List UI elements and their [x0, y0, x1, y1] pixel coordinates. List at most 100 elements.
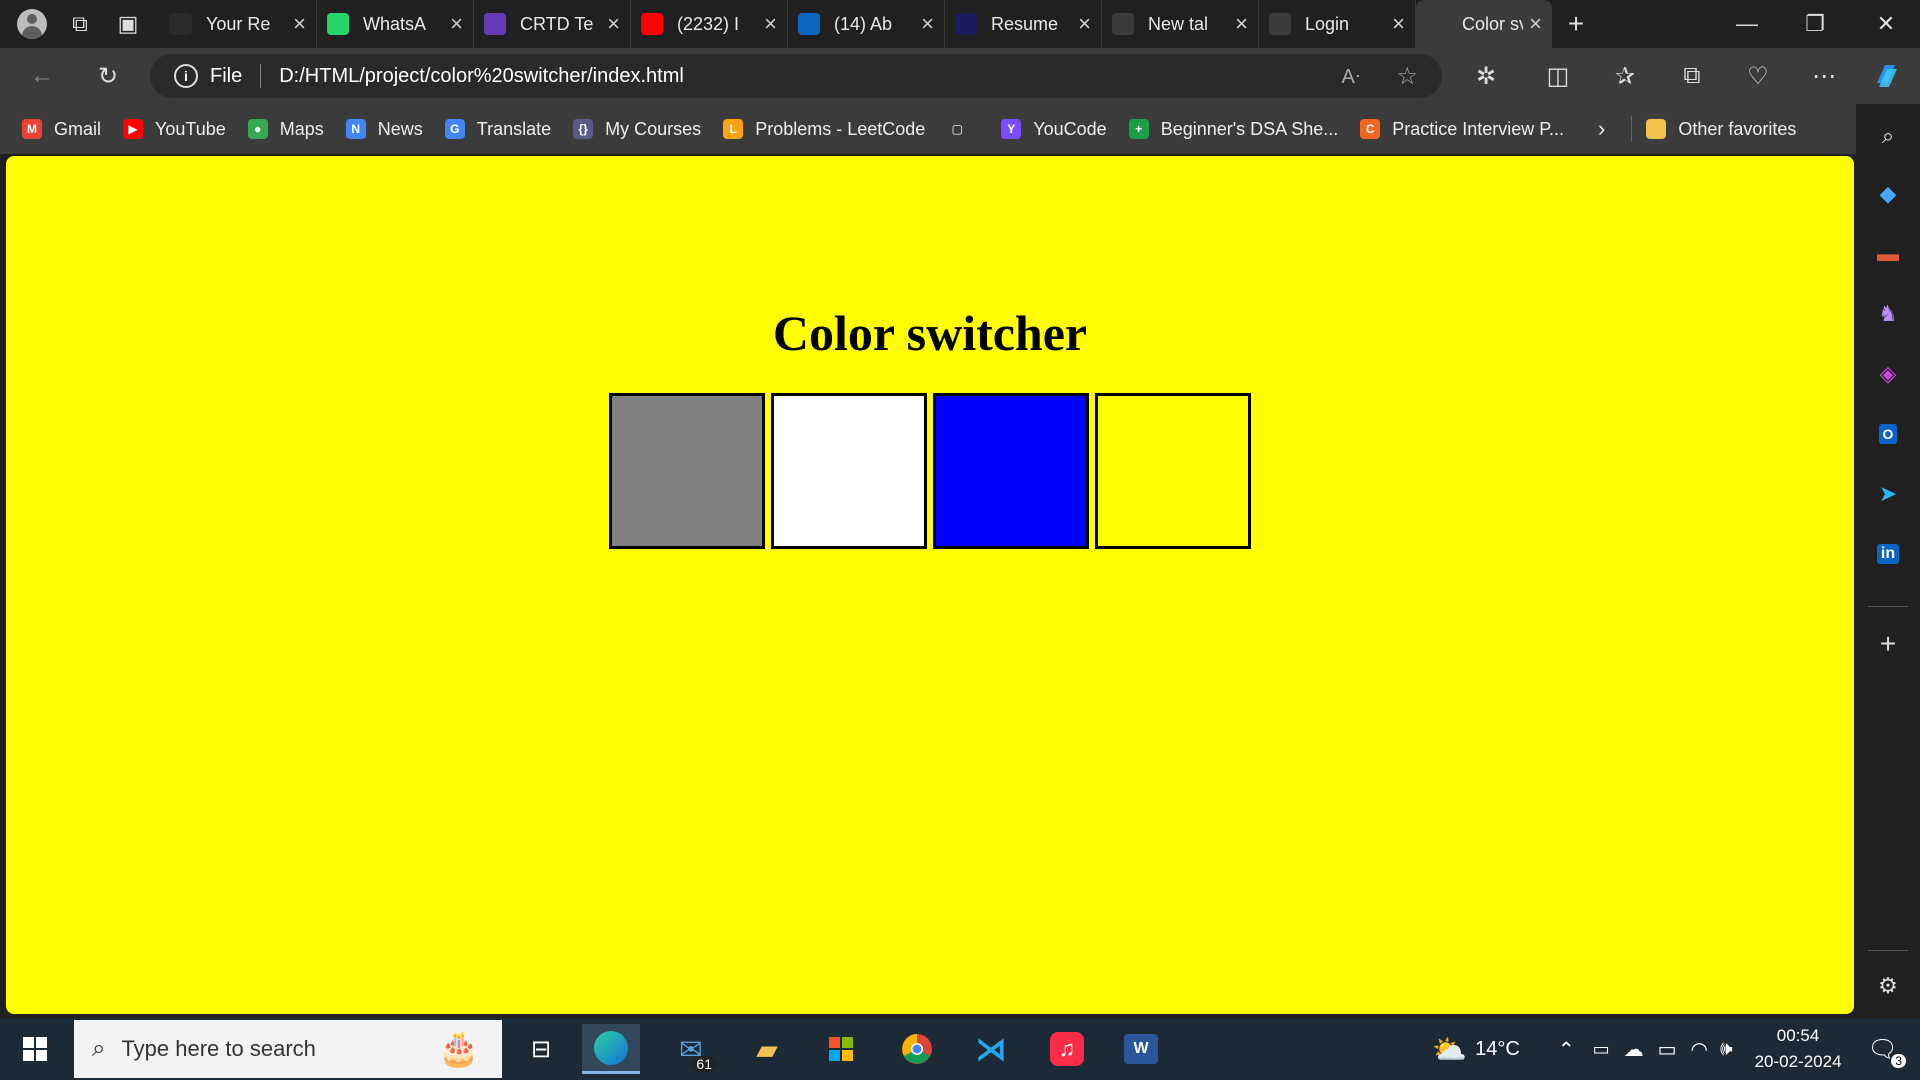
address-bar[interactable]: i File D:/HTML/project/color%20switcher/…	[150, 54, 1442, 98]
color-swatch-1[interactable]	[771, 393, 927, 549]
favorite-item-10[interactable]: C Practice Interview P...	[1360, 119, 1564, 140]
favorites-list: M Gmail ▶ YouTube ● Maps N News G Translate {} My C…	[0, 119, 1564, 140]
close-tab-icon[interactable]: ×	[607, 11, 620, 37]
tab-4[interactable]: (14) Ab ×	[788, 0, 945, 48]
weather-cloud-icon[interactable]: ⛅	[1432, 1033, 1467, 1066]
task-view-icon[interactable]: ⊟	[512, 1024, 570, 1074]
tray-overflow-chevron-icon[interactable]: ⌃	[1558, 1037, 1575, 1062]
word-icon[interactable]: W	[1112, 1024, 1170, 1074]
close-tab-icon[interactable]: ×	[764, 11, 777, 37]
wifi-icon[interactable]: ◠	[1691, 1037, 1708, 1062]
favorite-label: YouTube	[155, 118, 226, 139]
add-sidebar-app-icon[interactable]: +	[1868, 624, 1908, 664]
url-scheme-label: File	[210, 64, 243, 87]
more-menu-icon[interactable]: ⋯	[1804, 56, 1844, 96]
close-tab-icon[interactable]: ×	[293, 11, 306, 37]
linkedin-icon[interactable]: in	[1868, 534, 1908, 574]
split-screen-icon[interactable]: ◫	[1538, 56, 1578, 96]
favorite-label: Practice Interview P...	[1392, 118, 1564, 139]
favorite-item-1[interactable]: ▶ YouTube	[123, 119, 226, 140]
drop-send-icon[interactable]: ➤	[1868, 474, 1908, 514]
games-icon[interactable]: ♞	[1868, 294, 1908, 334]
close-tab-icon[interactable]: ×	[1235, 11, 1248, 37]
microsoft-store-icon[interactable]	[812, 1024, 870, 1074]
site-info-icon[interactable]: i	[174, 64, 198, 88]
edge-taskbar-icon[interactable]	[582, 1024, 640, 1074]
sidebar-settings-gear-icon[interactable]: ⚙	[1868, 966, 1908, 1006]
favorite-item-3[interactable]: N News	[345, 119, 423, 140]
favorite-item-6[interactable]: L Problems - LeetCode	[723, 119, 925, 140]
microsoft365-icon[interactable]: ◈	[1868, 354, 1908, 394]
favorite-item-0[interactable]: M Gmail	[22, 119, 101, 140]
battery-icon[interactable]: ▭	[1658, 1037, 1677, 1062]
tools-icon[interactable]: ▬	[1868, 234, 1908, 274]
extensions-icon[interactable]: ✲	[1466, 56, 1506, 96]
tab-0[interactable]: Your Re ×	[160, 0, 317, 48]
color-swatch-0[interactable]	[609, 393, 765, 549]
shopping-tag-icon[interactable]: ◆	[1868, 174, 1908, 214]
favorites-icon[interactable]: ✰	[1605, 56, 1645, 96]
search-highlight-cake-icon: 🎂	[437, 1030, 480, 1068]
tab-3[interactable]: (2232) I ×	[631, 0, 788, 48]
restore-button[interactable]: ❐	[1781, 0, 1849, 48]
file-explorer-icon[interactable]: ▰	[738, 1024, 796, 1074]
profile-button[interactable]	[8, 0, 56, 48]
tab-8[interactable]: Color sv ×	[1416, 0, 1552, 48]
search-icon[interactable]: ⌕	[1868, 116, 1908, 156]
taskbar-search-box[interactable]: ⌕ Type here to search 🎂	[74, 1020, 502, 1078]
close-window-button[interactable]: ✕	[1852, 0, 1920, 48]
close-tab-icon[interactable]: ×	[1078, 11, 1091, 37]
tab-title: New tal	[1148, 13, 1209, 34]
favorite-item-2[interactable]: ● Maps	[247, 118, 324, 140]
outlook-icon[interactable]: O	[1868, 414, 1908, 454]
close-tab-icon[interactable]: ×	[1392, 11, 1405, 37]
favorite-item-7[interactable]: ▢	[947, 119, 979, 139]
collections-icon[interactable]: ⧉	[1672, 56, 1712, 96]
tab-title: Login	[1305, 13, 1350, 34]
windows-start-icon[interactable]	[6, 1024, 64, 1074]
favorites-overflow-chevron-icon[interactable]: ›	[1598, 116, 1605, 142]
favorite-item-8[interactable]: Y YouCode	[1001, 119, 1107, 140]
workspaces-icon[interactable]: ⧉	[56, 0, 104, 48]
new-tab-button[interactable]: +	[1552, 0, 1600, 48]
copilot-icon[interactable]	[1866, 56, 1906, 96]
close-tab-icon[interactable]: ×	[450, 11, 463, 37]
notification-center-icon[interactable]: 🗨 3	[1868, 1035, 1906, 1068]
volume-icon[interactable]: 🕪	[1720, 1038, 1733, 1061]
weather-temperature[interactable]: 14°C	[1475, 1038, 1520, 1061]
favorite-star-icon[interactable]: ☆	[1396, 62, 1418, 91]
tab-5[interactable]: Resume ×	[945, 0, 1102, 48]
tab-7[interactable]: Login ×	[1259, 0, 1416, 48]
dsa-sheet-icon: +	[1128, 119, 1149, 139]
mail-taskbar-icon[interactable]: ✉ 61	[662, 1024, 720, 1074]
favorite-item-5[interactable]: {} My Courses	[573, 119, 701, 140]
back-arrow-icon[interactable]: ←	[22, 56, 62, 96]
mail-badge: 61	[692, 1056, 716, 1072]
system-tray: ⛅ 14°C ⌃ ▭ ☁ ▭ ◠ 🕪 00:54 20-02-2024 🗨 3	[1432, 1018, 1920, 1080]
color-swatch-3[interactable]	[1095, 393, 1251, 549]
color-swatch-2[interactable]	[933, 393, 1089, 549]
other-favorites-folder[interactable]: Other favorites	[1646, 119, 1796, 140]
tab-6[interactable]: New tal ×	[1102, 0, 1259, 48]
tab-1[interactable]: WhatsA ×	[317, 0, 474, 48]
read-aloud-icon[interactable]: Aᐧ	[1342, 64, 1360, 89]
close-tab-icon[interactable]: ×	[921, 11, 934, 37]
vscode-icon[interactable]: ⋊	[962, 1024, 1020, 1074]
performance-icon[interactable]: ♡	[1738, 56, 1778, 96]
apple-music-icon[interactable]: ♫	[1038, 1024, 1096, 1074]
chrome-icon[interactable]	[888, 1024, 946, 1074]
meet-now-icon[interactable]: ▭	[1593, 1039, 1610, 1060]
favorites-bar: M Gmail ▶ YouTube ● Maps N News G Translate {} My C…	[0, 104, 1870, 154]
favorite-item-4[interactable]: G Translate	[444, 119, 551, 140]
onedrive-cloud-icon[interactable]: ☁	[1624, 1037, 1644, 1062]
favorite-label: Maps	[279, 118, 324, 139]
favorite-item-9[interactable]: + Beginner's DSA She...	[1128, 119, 1338, 140]
tab-2[interactable]: CRTD Te ×	[474, 0, 631, 48]
close-tab-icon[interactable]: ×	[1529, 11, 1542, 37]
refresh-icon[interactable]: ↻	[88, 56, 128, 96]
github-icon	[170, 13, 192, 35]
tab-actions-icon[interactable]: ▣	[104, 0, 152, 48]
url-text[interactable]: D:/HTML/project/color%20switcher/index.h…	[279, 65, 684, 88]
minimize-button[interactable]: —	[1713, 0, 1781, 48]
clock[interactable]: 00:54 20-02-2024	[1755, 1023, 1842, 1075]
